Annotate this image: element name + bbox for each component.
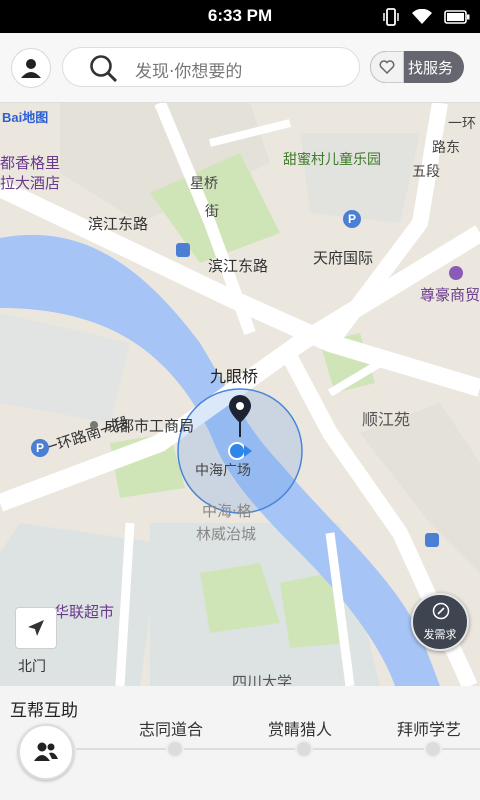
tab-apprentice[interactable]: 拜师学艺 <box>397 716 461 740</box>
map-label-park: 甜蜜村儿童乐园 <box>283 152 381 168</box>
map-label-bridge: 九眼桥 <box>210 367 259 386</box>
map-label-road: 一环 <box>448 116 476 132</box>
map-label-road: 滨江东路 <box>208 257 269 275</box>
status-icons <box>382 7 470 27</box>
map-label-plaza: 中海广场 <box>195 463 251 479</box>
user-icon <box>21 59 41 78</box>
map-label-street: 星桥 <box>190 176 218 192</box>
tab-track <box>76 748 480 750</box>
profile-button[interactable] <box>11 48 51 88</box>
map-label-road: 滨江东路 <box>88 215 149 233</box>
tab-dot[interactable] <box>295 740 313 758</box>
map-provider-logo: Bai地图 <box>2 110 49 125</box>
map-label-shop: 尊豪商贸 <box>420 286 480 304</box>
map-label-residential: 顺江苑 <box>362 410 411 429</box>
navigation-arrow-icon <box>28 620 44 636</box>
map-label-street: 街 <box>205 204 219 220</box>
post-request-label: 发需求 <box>423 628 457 641</box>
location-pin-icon <box>229 395 251 437</box>
status-bar: 6:33 PM <box>0 0 480 33</box>
post-request-button[interactable]: 发需求 <box>411 593 469 651</box>
map-view[interactable]: Bai地图 都香格里 拉大酒店 星桥 街 甜蜜村儿童乐园 一环 路东 五段 滨江… <box>0 103 480 686</box>
map-label-hotel: 都香格里 <box>0 154 61 172</box>
wifi-icon <box>412 9 432 24</box>
map-label-shop: 华联超市 <box>54 603 115 621</box>
tab-dot[interactable] <box>424 740 442 758</box>
parking-icon: P <box>31 439 49 457</box>
bus-stop-icon <box>176 243 190 257</box>
heart-icon <box>370 51 404 83</box>
panel-title: 互帮互助 <box>10 701 78 721</box>
locate-me-button[interactable] <box>15 607 57 649</box>
edit-icon <box>432 602 450 620</box>
search-icon <box>90 55 118 82</box>
bus-stop-icon <box>425 533 439 547</box>
map-label-residential: 中海·格 <box>202 502 252 520</box>
shop-icon <box>449 266 463 280</box>
find-service-label: 找服务 <box>408 59 454 77</box>
map-label-hotel: 拉大酒店 <box>0 174 61 192</box>
map-label-residential: 林威治城 <box>196 525 257 543</box>
find-service-button[interactable]: 找服务 <box>370 51 464 83</box>
tab-like-minded[interactable]: 志同道合 <box>139 716 203 740</box>
map-label-road: 路东 <box>432 140 460 156</box>
map-label-building: 天府国际 <box>313 249 374 267</box>
tab-bounty-hunter[interactable]: 赏睛猎人 <box>268 716 332 740</box>
current-location-icon <box>228 442 252 460</box>
group-icon <box>34 742 58 761</box>
vibrate-icon <box>383 8 399 26</box>
battery-icon <box>444 10 470 24</box>
map-label-university: 四川大学 <box>232 673 293 686</box>
map-label-road: 五段 <box>412 164 440 180</box>
poi-dot-icon <box>90 421 98 429</box>
mutual-help-button[interactable] <box>18 724 74 780</box>
search-input[interactable]: 发现·你想要的 <box>62 47 360 87</box>
bottom-panel: 互帮互助 志同道合 赏睛猎人 拜师学艺 <box>0 686 480 800</box>
parking-icon: P <box>343 210 361 228</box>
top-bar: 发现·你想要的 找服务 <box>0 33 480 103</box>
north-gate-label: 北门 <box>18 659 46 675</box>
tab-dot[interactable] <box>166 740 184 758</box>
search-placeholder: 发现·你想要的 <box>135 62 243 82</box>
